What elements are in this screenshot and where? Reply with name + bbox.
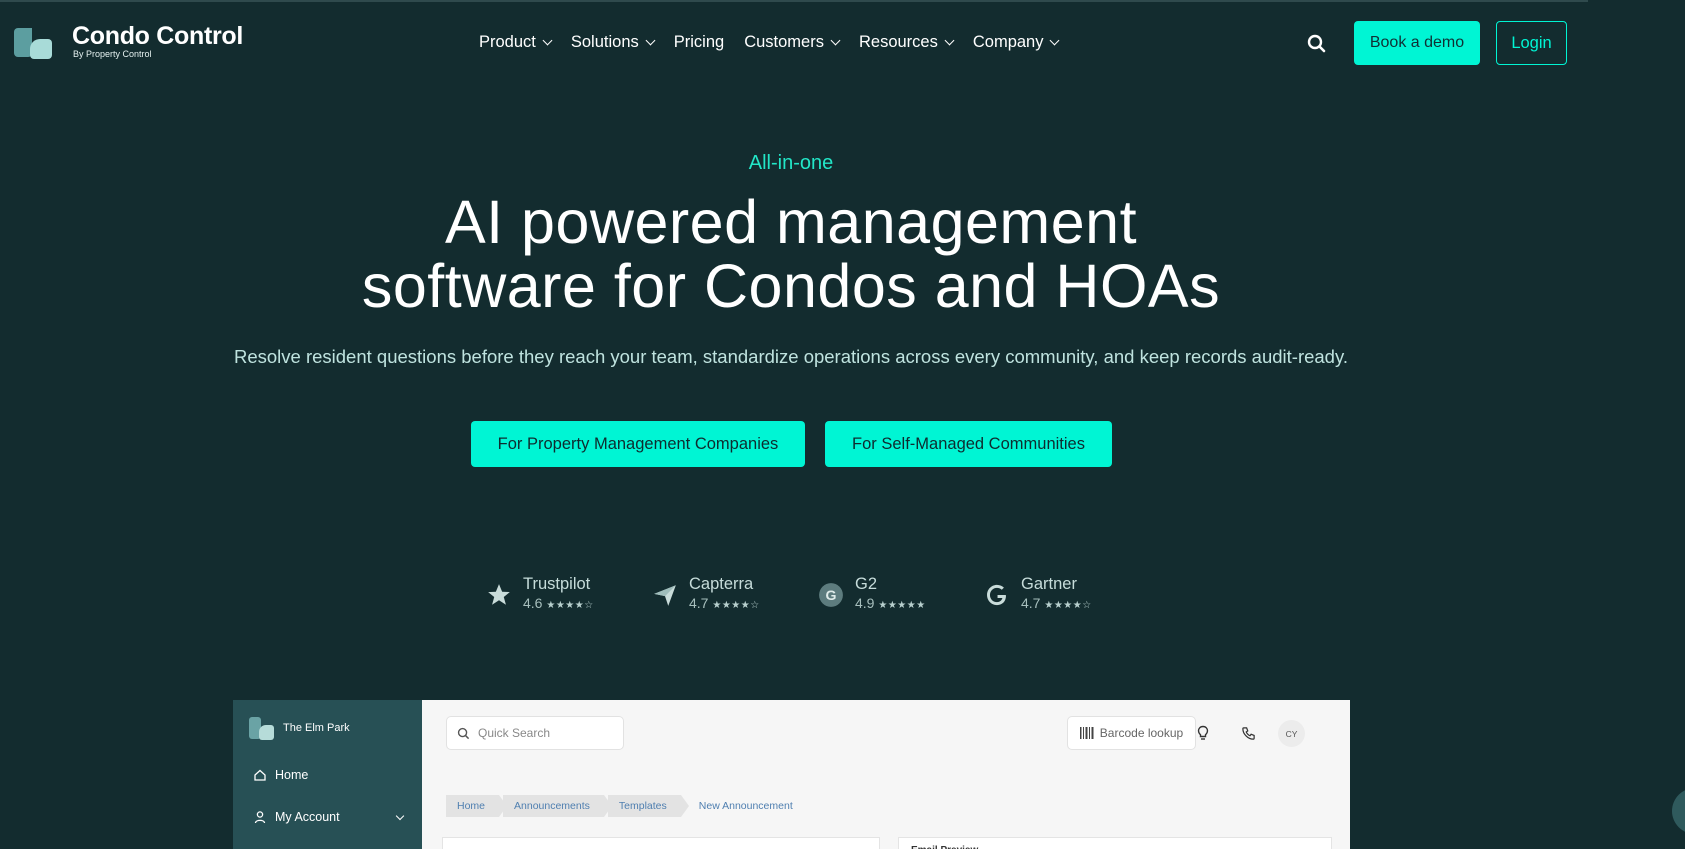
nav-pricing-label: Pricing	[673, 33, 725, 51]
search-icon	[457, 727, 470, 739]
rating-name: Gartner	[1021, 575, 1077, 593]
brand-name: Condo Control	[72, 22, 244, 50]
chevron-down-icon	[395, 811, 405, 820]
hero-headline-line2: software for Condos and HOAs	[361, 252, 1221, 320]
stars-icon: ★★★★☆	[546, 600, 594, 611]
self-managed-cta-button[interactable]: For Self-Managed Communities	[825, 421, 1112, 467]
ratings-row: Trustpilot 4.6 ★★★★☆ Capterra 4.7 ★★★★☆ …	[485, 574, 1149, 615]
preview-nav-home-label: Home	[275, 768, 309, 782]
preview-nav-account[interactable]: My Account	[253, 810, 405, 824]
hero-eyebrow: All-in-one	[748, 152, 834, 174]
rating-score: 4.7	[1021, 595, 1041, 611]
phone-icon[interactable]	[1237, 722, 1259, 744]
hero-headline: AI powered management software for Condo…	[0, 190, 1582, 318]
chevron-down-icon	[830, 35, 841, 46]
preview-nav-account-label: My Account	[275, 810, 340, 824]
preview-nav-home[interactable]: Home	[253, 768, 308, 782]
hero-subhead: Resolve resident questions before they r…	[233, 346, 1348, 367]
login-button[interactable]: Login	[1496, 21, 1567, 65]
logo-mark-icon	[14, 25, 54, 59]
barcode-icon	[1079, 727, 1094, 739]
nav-solutions-label: Solutions	[570, 33, 639, 51]
brand-logo[interactable]: Condo Control By Property Control	[14, 24, 243, 59]
rating-g2[interactable]: G G2 4.9 ★★★★★	[817, 574, 983, 615]
nav-solutions[interactable]: Solutions	[570, 33, 656, 52]
preview-community-name: The Elm Park	[283, 722, 350, 734]
preview-form-card	[442, 837, 880, 849]
hero-headline-line1: AI powered management	[444, 188, 1138, 256]
rating-gartner[interactable]: Gartner 4.7 ★★★★☆	[983, 574, 1149, 615]
chevron-down-icon	[542, 35, 553, 46]
nav-product[interactable]: Product	[479, 33, 553, 52]
stars-icon: ★★★★☆	[712, 600, 760, 611]
search-icon[interactable]	[1306, 33, 1328, 55]
nav-company[interactable]: Company	[972, 33, 1060, 52]
nav-resources-label: Resources	[858, 33, 938, 51]
avatar[interactable]: CY	[1278, 720, 1305, 747]
svg-text:G: G	[826, 586, 837, 602]
nav-customers-label: Customers	[744, 33, 824, 51]
rating-name: G2	[855, 575, 878, 593]
brand-subtitle: By Property Control	[73, 49, 152, 59]
lightbulb-icon[interactable]	[1192, 722, 1214, 744]
property-management-cta-button[interactable]: For Property Management Companies	[471, 421, 805, 467]
chevron-down-icon	[1050, 35, 1060, 46]
rating-name: Trustpilot	[523, 575, 591, 593]
paper-plane-icon	[651, 581, 679, 609]
nav-pricing[interactable]: Pricing	[674, 33, 724, 52]
app-preview: The Elm Park Home My Account Quick Searc…	[233, 700, 1350, 849]
preview-search-placeholder: Quick Search	[478, 726, 551, 740]
nav-company-label: Company	[972, 33, 1044, 51]
preview-main: Quick Search Barcode lookup CY Home Anno…	[422, 700, 1350, 849]
email-preview-card: Email Preview	[898, 837, 1332, 849]
rating-score: 4.7	[689, 595, 709, 611]
book-demo-button[interactable]: Book a demo	[1354, 21, 1480, 65]
rating-score: 4.6	[523, 595, 543, 611]
rating-name: Capterra	[689, 575, 754, 593]
preview-community: The Elm Park	[249, 715, 350, 741]
breadcrumb: Home Announcements Templates New Announc…	[446, 795, 811, 817]
breadcrumb-templates[interactable]: Templates	[607, 795, 689, 817]
top-divider	[0, 0, 1588, 2]
nav-customers[interactable]: Customers	[744, 33, 841, 52]
rating-score: 4.9	[855, 595, 875, 611]
star-icon	[485, 581, 513, 609]
stars-icon: ★★★★☆	[1044, 600, 1092, 611]
stars-icon: ★★★★★	[878, 600, 926, 611]
preview-barcode-button[interactable]: Barcode lookup	[1067, 716, 1196, 750]
nav-resources[interactable]: Resources	[858, 33, 955, 52]
home-icon	[254, 769, 266, 781]
chevron-down-icon	[944, 35, 955, 46]
breadcrumb-home[interactable]: Home	[446, 795, 508, 817]
google-g-icon	[983, 581, 1011, 609]
breadcrumb-current: New Announcement	[698, 800, 793, 812]
rating-trustpilot[interactable]: Trustpilot 4.6 ★★★★☆	[485, 574, 651, 615]
nav-product-label: Product	[479, 33, 536, 51]
chevron-down-icon	[645, 35, 656, 46]
preview-barcode-label: Barcode lookup	[1099, 726, 1184, 740]
preview-sidebar: The Elm Park Home My Account	[233, 700, 422, 849]
logo-mark-icon	[249, 715, 275, 741]
user-icon	[254, 811, 266, 824]
g2-logo-icon: G	[817, 581, 845, 609]
page-gutter	[1588, 0, 1685, 849]
breadcrumb-announcements[interactable]: Announcements	[503, 795, 612, 817]
rating-capterra[interactable]: Capterra 4.7 ★★★★☆	[651, 574, 817, 615]
preview-search-input[interactable]: Quick Search	[446, 716, 624, 750]
main-nav: Product Solutions Pricing Customers Reso…	[479, 33, 1060, 52]
